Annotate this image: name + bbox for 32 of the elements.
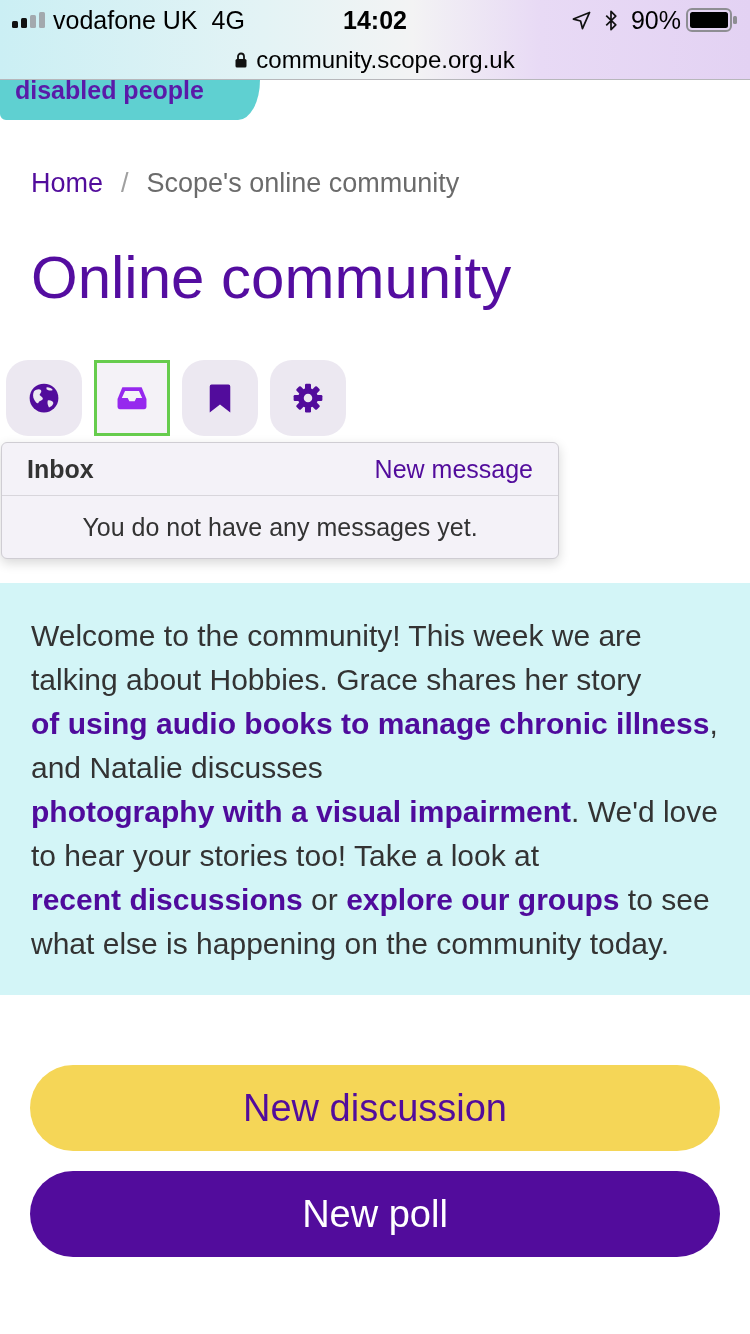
globe-icon: [29, 383, 59, 413]
site-logo[interactable]: disabled people: [0, 80, 260, 120]
bookmark-button[interactable]: [182, 360, 258, 436]
settings-button[interactable]: [270, 360, 346, 436]
gear-icon: [293, 383, 323, 413]
text-link[interactable]: explore our groups: [346, 883, 620, 916]
welcome-text: Welcome to the community! This week we are talking about Hobbies. Grace shares her story of using audio books to manage chronic illness, and Natalie discusses photography with a visual impairment. We'd love to hear your stories too! Take a look at recent discussions or explore our groups to see what else is happening on the community today.: [31, 618, 719, 962]
breadcrumb-separator: /: [121, 167, 129, 199]
new-poll-button[interactable]: New poll: [30, 1171, 720, 1257]
new-discussion-button[interactable]: New discussion: [30, 1065, 720, 1151]
inbox-button[interactable]: [94, 360, 170, 436]
empty-inbox-message: You do not have any messages yet.: [82, 512, 478, 542]
breadcrumb-link[interactable]: Home: [31, 167, 104, 199]
location-arrow-icon: [571, 10, 591, 30]
status-time: 14:02: [343, 5, 407, 35]
lock-icon: [235, 51, 248, 68]
battery-percent: 90%: [630, 5, 681, 35]
carrier-name: vodafone UK: [53, 5, 198, 35]
bluetooth-icon: [604, 9, 617, 31]
text-link[interactable]: photography with a visual impairment: [31, 795, 572, 828]
page-url[interactable]: community.scope.org.uk: [256, 45, 515, 74]
globe-button[interactable]: [6, 360, 82, 436]
network-type: 4G: [211, 5, 245, 35]
signal-icon: [12, 12, 46, 28]
text-link[interactable]: recent discussions: [31, 883, 303, 916]
bookmark-icon: [209, 383, 231, 413]
inbox-title: Inbox: [27, 454, 94, 484]
breadcrumb-current: Scope's online community: [146, 167, 460, 199]
page-title: Online community: [31, 243, 513, 313]
new-message-link[interactable]: New message: [374, 454, 533, 484]
battery-icon: [686, 8, 738, 32]
text-link[interactable]: of using audio books to manage chronic illness: [31, 707, 710, 740]
